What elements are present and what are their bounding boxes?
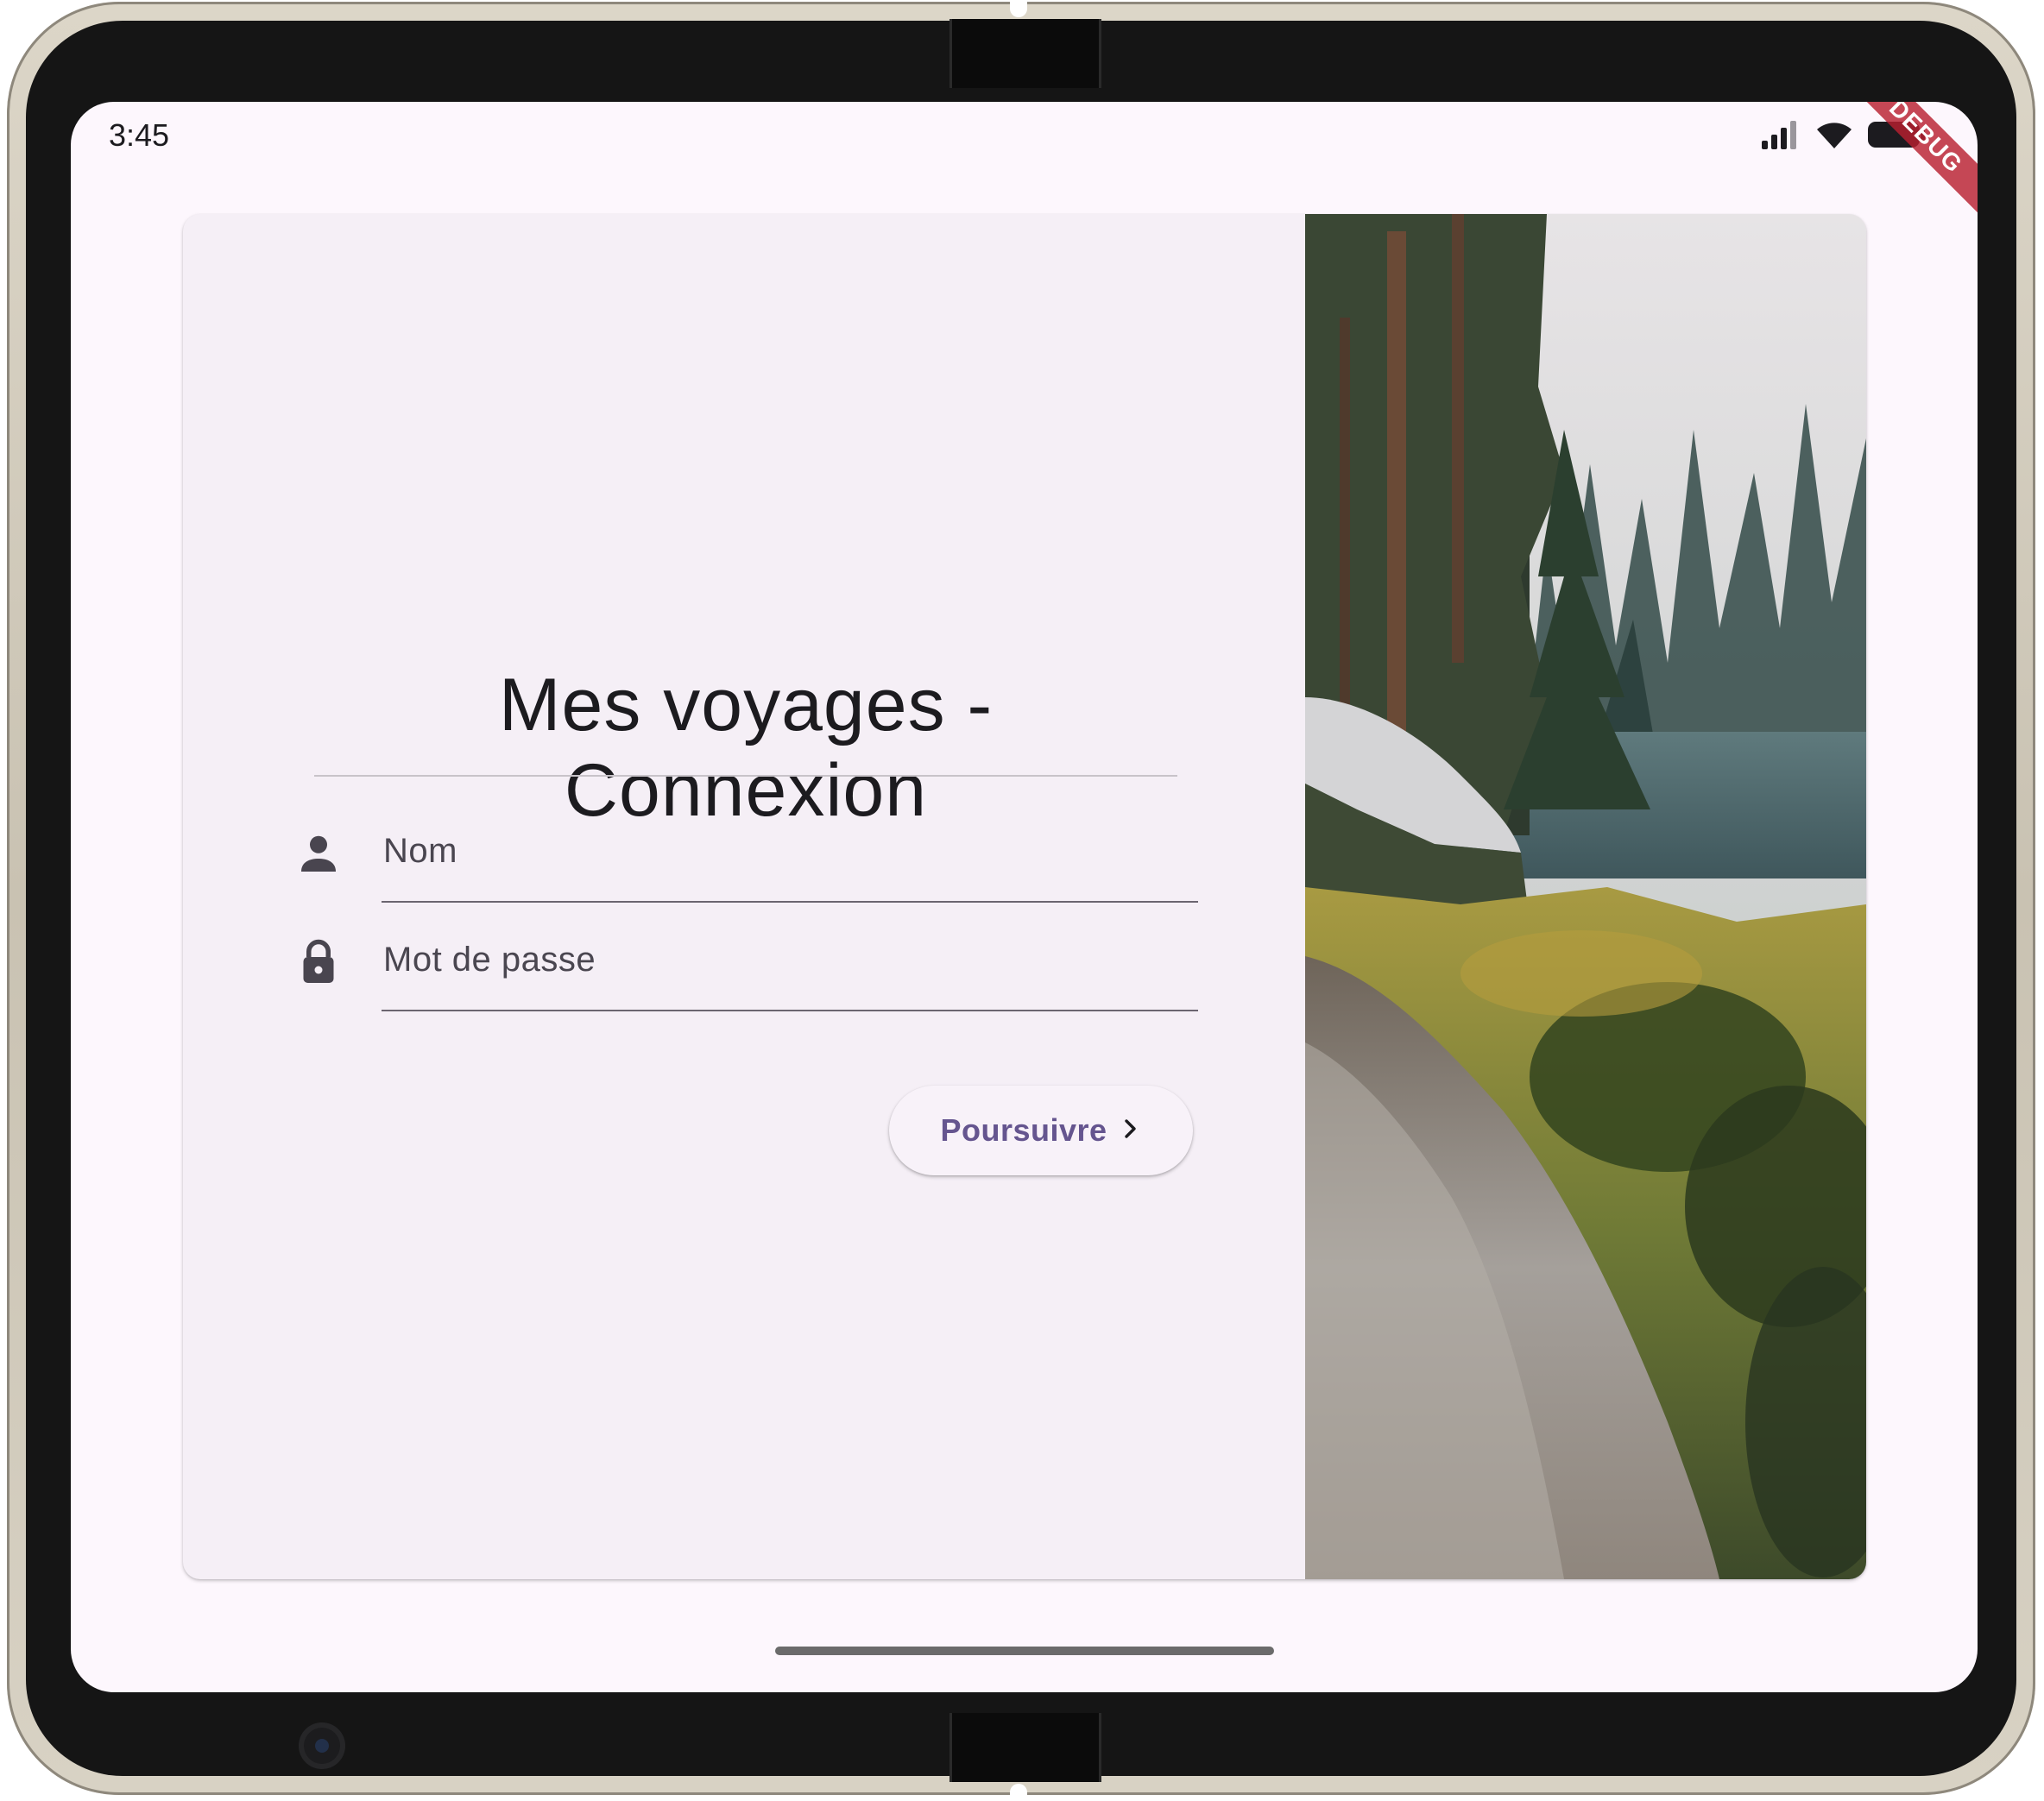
front-camera xyxy=(299,1722,345,1769)
hinge-top xyxy=(949,19,1101,88)
password-label: Mot de passe xyxy=(383,941,596,979)
lock-icon xyxy=(293,935,344,987)
person-icon xyxy=(293,828,344,880)
status-time: 3:45 xyxy=(109,117,170,153)
hinge-notch-bottom xyxy=(1010,1784,1027,1801)
continue-label: Poursuivre xyxy=(940,1112,1107,1148)
chevron-right-icon xyxy=(1120,1116,1142,1146)
login-card: Mes voyages - Connexion Nom Mot de passe… xyxy=(183,214,1866,1579)
hinge-bottom xyxy=(949,1713,1101,1782)
continue-button[interactable]: Poursuivre xyxy=(889,1086,1193,1175)
screen: 3:45 DEBUG Mes voyages - Connexion Nom M… xyxy=(71,102,1978,1692)
name-underline xyxy=(382,901,1198,903)
page-title: Mes voyages - Connexion xyxy=(498,664,994,832)
password-underline xyxy=(382,1010,1198,1011)
hinge-notch-top xyxy=(1010,0,1027,17)
login-form: Mes voyages - Connexion Nom Mot de passe… xyxy=(183,214,1305,1579)
forest-trail-image xyxy=(1305,214,1866,1579)
title-divider xyxy=(314,775,1177,777)
signal-icon xyxy=(1760,120,1801,154)
home-indicator xyxy=(775,1647,1274,1655)
name-label: Nom xyxy=(383,832,457,870)
wifi-icon xyxy=(1815,119,1853,154)
